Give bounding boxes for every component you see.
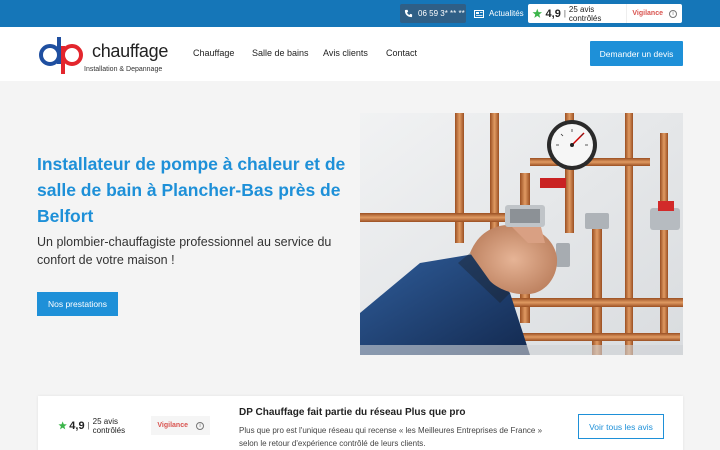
nav-contact[interactable]: Contact — [386, 48, 417, 58]
rating-separator: | — [563, 9, 566, 18]
nav-chauffage[interactable]: Chauffage — [193, 48, 234, 58]
rating-widget-card[interactable]: 4,9 | 25 avis contrôlés Vigilance i — [58, 416, 210, 435]
top-bar: 06 59 3* ** ** Actualités 4,9 | 25 avis … — [0, 0, 720, 27]
card-title: DP Chauffage fait partie du réseau Plus … — [239, 407, 466, 418]
vigilance-label: Vigilance — [157, 422, 188, 429]
plumbing-illustration — [360, 113, 683, 355]
vigilance-label: Vigilance — [632, 10, 663, 17]
star-icon — [532, 8, 543, 18]
phone-link[interactable]: 06 59 3* ** ** — [400, 4, 466, 23]
services-button[interactable]: Nos prestations — [37, 292, 118, 316]
info-icon[interactable]: i — [196, 421, 204, 430]
logo[interactable]: chauffage Installation & Depannage — [38, 35, 178, 75]
nav-avis-clients[interactable]: Avis clients — [323, 48, 368, 58]
request-quote-button[interactable]: Demander un devis — [590, 41, 683, 66]
phone-icon — [404, 9, 413, 18]
card-description: Plus que pro est l'unique réseau qui rec… — [239, 426, 543, 448]
site-header: chauffage Installation & Depannage Chauf… — [0, 27, 720, 81]
vigilance-badge: Vigilance i — [151, 416, 210, 435]
rating-reviews: 25 avis contrôlés — [92, 416, 126, 435]
rating-separator: | — [87, 421, 90, 430]
phone-number: 06 59 3* ** ** — [418, 9, 465, 18]
rating-score: 4,9 — [545, 7, 561, 20]
hero-image — [360, 113, 683, 355]
logo-brand: chauffage — [92, 41, 169, 61]
hero-subtitle: Un plombier-chauffagiste professionnel a… — [37, 235, 332, 267]
see-all-reviews-button[interactable]: Voir tous les avis — [578, 414, 664, 439]
star-icon — [58, 421, 67, 430]
logo-tagline: Installation & Depannage — [84, 66, 163, 73]
rating-reviews: 25 avis contrôlés — [568, 4, 602, 23]
newspaper-icon — [474, 9, 484, 18]
nav-salle-de-bains[interactable]: Salle de bains — [252, 48, 309, 58]
hero-title: Installateur de pompe à chaleur et de sa… — [37, 154, 346, 226]
plus-que-pro-card: 4,9 | 25 avis contrôlés Vigilance i DP C… — [38, 396, 683, 450]
news-link[interactable]: Actualités — [474, 4, 524, 23]
rating-score: 4,9 — [69, 419, 85, 432]
info-icon[interactable]: i — [669, 9, 677, 18]
news-label: Actualités — [489, 9, 524, 18]
vigilance-badge: Vigilance i — [626, 4, 682, 23]
rating-widget-top[interactable]: 4,9 | 25 avis contrôlés Vigilance i — [528, 4, 682, 23]
hero-section: Installateur de pompe à chaleur et de sa… — [0, 81, 720, 371]
